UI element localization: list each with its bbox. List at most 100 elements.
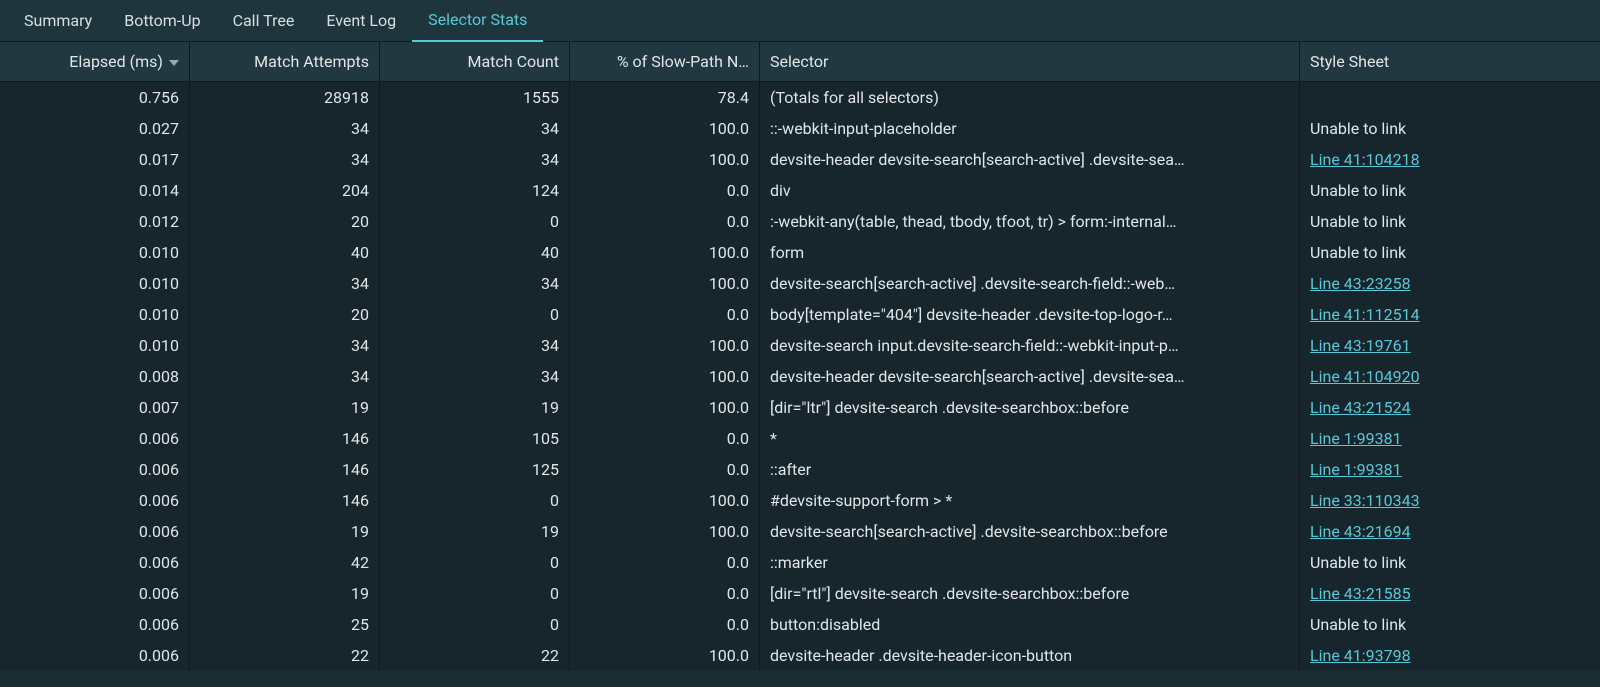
table-row[interactable]: 0.0103434100.0devsite-search input.devsi… [0,330,1600,361]
table-row[interactable]: 0.0064200.0::markerUnable to link [0,547,1600,578]
table-row[interactable]: 0.0062500.0button:disabledUnable to link [0,609,1600,640]
cell-count: 0 [380,206,570,237]
stylesheet-link[interactable]: Line 43:23258 [1310,274,1411,293]
table-row[interactable]: 0.0102000.0body[template="404"] devsite-… [0,299,1600,330]
cell-elapsed: 0.027 [0,113,190,144]
cell-elapsed: 0.010 [0,268,190,299]
table-row[interactable]: 0.0071919100.0[dir="ltr"] devsite-search… [0,392,1600,423]
cell-selector: form [760,237,1300,268]
cell-slowpath: 0.0 [570,206,760,237]
table-row[interactable]: 0.75628918155578.4(Totals for all select… [0,82,1600,113]
cell-count: 105 [380,423,570,454]
cell-stylesheet: Line 43:23258 [1300,268,1600,299]
cell-stylesheet: Unable to link [1300,547,1600,578]
cell-selector: devsite-header devsite-search[search-act… [760,144,1300,175]
table-row[interactable]: 0.0173434100.0devsite-header devsite-sea… [0,144,1600,175]
cell-selector: devsite-header devsite-search[search-act… [760,361,1300,392]
stylesheet-link[interactable]: Line 43:21694 [1310,522,1411,541]
cell-selector: * [760,423,1300,454]
cell-slowpath: 100.0 [570,516,760,547]
table-row[interactable]: 0.0061900.0[dir="rtl"] devsite-search .d… [0,578,1600,609]
cell-selector: #devsite-support-form > * [760,485,1300,516]
stylesheet-link[interactable]: Line 33:110343 [1310,491,1420,510]
cell-count: 125 [380,454,570,485]
stylesheet-link[interactable]: Line 1:99381 [1310,460,1402,479]
cell-stylesheet: Line 41:112514 [1300,299,1600,330]
table-row[interactable]: 0.0083434100.0devsite-header devsite-sea… [0,361,1600,392]
cell-count: 34 [380,113,570,144]
col-header-selector[interactable]: Selector [760,42,1300,82]
tab-event-log[interactable]: Event Log [310,0,412,42]
table-row[interactable]: 0.0061461250.0::afterLine 1:99381 [0,454,1600,485]
cell-attempts: 146 [190,423,380,454]
cell-slowpath: 100.0 [570,113,760,144]
table-row[interactable]: 0.0273434100.0::-webkit-input-placeholde… [0,113,1600,144]
cell-selector: devsite-search[search-active] .devsite-s… [760,516,1300,547]
stylesheet-link[interactable]: Line 43:21585 [1310,584,1411,603]
col-header-slowpath[interactable]: % of Slow-Path N… [570,42,760,82]
cell-elapsed: 0.014 [0,175,190,206]
cell-attempts: 34 [190,144,380,175]
stylesheet-link[interactable]: Line 41:112514 [1310,305,1420,324]
table-row[interactable]: 0.0062222100.0devsite-header .devsite-he… [0,640,1600,671]
table-row[interactable]: 0.0103434100.0devsite-search[search-acti… [0,268,1600,299]
cell-count: 40 [380,237,570,268]
cell-elapsed: 0.010 [0,237,190,268]
cell-slowpath: 0.0 [570,423,760,454]
cell-slowpath: 0.0 [570,578,760,609]
table-row[interactable]: 0.0122000.0:-webkit-any(table, thead, tb… [0,206,1600,237]
cell-selector: body[template="404"] devsite-header .dev… [760,299,1300,330]
cell-attempts: 19 [190,392,380,423]
cell-stylesheet: Line 41:104920 [1300,361,1600,392]
cell-slowpath: 100.0 [570,330,760,361]
tab-summary[interactable]: Summary [8,0,108,42]
cell-selector: devsite-header .devsite-header-icon-butt… [760,640,1300,671]
cell-stylesheet: Line 43:21694 [1300,516,1600,547]
table-header-row: Elapsed (ms) Match Attempts Match Count … [0,42,1600,82]
cell-count: 22 [380,640,570,671]
cell-attempts: 19 [190,516,380,547]
stylesheet-text: Unable to link [1310,553,1406,572]
col-header-sheet[interactable]: Style Sheet [1300,42,1600,82]
stylesheet-link[interactable]: Line 43:21524 [1310,398,1411,417]
cell-attempts: 34 [190,361,380,392]
col-header-elapsed[interactable]: Elapsed (ms) [0,42,190,82]
stylesheet-link[interactable]: Line 41:93798 [1310,646,1411,665]
cell-stylesheet: Line 41:104218 [1300,144,1600,175]
col-header-attempts[interactable]: Match Attempts [190,42,380,82]
tab-bottom-up[interactable]: Bottom-Up [108,0,216,42]
col-header-count[interactable]: Match Count [380,42,570,82]
stylesheet-link[interactable]: Line 43:19761 [1310,336,1411,355]
stylesheet-link[interactable]: Line 1:99381 [1310,429,1402,448]
stylesheet-text: Unable to link [1310,212,1406,231]
cell-count: 34 [380,144,570,175]
table-row[interactable]: 0.0061460100.0#devsite-support-form > *L… [0,485,1600,516]
stylesheet-text: Unable to link [1310,243,1406,262]
cell-slowpath: 0.0 [570,299,760,330]
cell-attempts: 20 [190,299,380,330]
sort-descending-icon [169,60,179,66]
cell-elapsed: 0.010 [0,330,190,361]
cell-attempts: 204 [190,175,380,206]
cell-count: 19 [380,392,570,423]
table-row[interactable]: 0.0061461050.0*Line 1:99381 [0,423,1600,454]
cell-elapsed: 0.006 [0,578,190,609]
cell-attempts: 25 [190,609,380,640]
cell-selector: :-webkit-any(table, thead, tbody, tfoot,… [760,206,1300,237]
cell-selector: devsite-search input.devsite-search-fiel… [760,330,1300,361]
tab-selector-stats[interactable]: Selector Stats [412,0,543,42]
stylesheet-text: Unable to link [1310,119,1406,138]
tab-call-tree[interactable]: Call Tree [217,0,311,42]
cell-elapsed: 0.006 [0,485,190,516]
cell-elapsed: 0.006 [0,454,190,485]
table-row[interactable]: 0.0142041240.0divUnable to link [0,175,1600,206]
stylesheet-text: Unable to link [1310,615,1406,634]
table-row[interactable]: 0.0061919100.0devsite-search[search-acti… [0,516,1600,547]
cell-attempts: 34 [190,330,380,361]
cell-slowpath: 100.0 [570,640,760,671]
stylesheet-link[interactable]: Line 41:104920 [1310,367,1420,386]
cell-selector: (Totals for all selectors) [760,82,1300,113]
stylesheet-link[interactable]: Line 41:104218 [1310,150,1420,169]
table-row[interactable]: 0.0104040100.0formUnable to link [0,237,1600,268]
cell-slowpath: 100.0 [570,237,760,268]
